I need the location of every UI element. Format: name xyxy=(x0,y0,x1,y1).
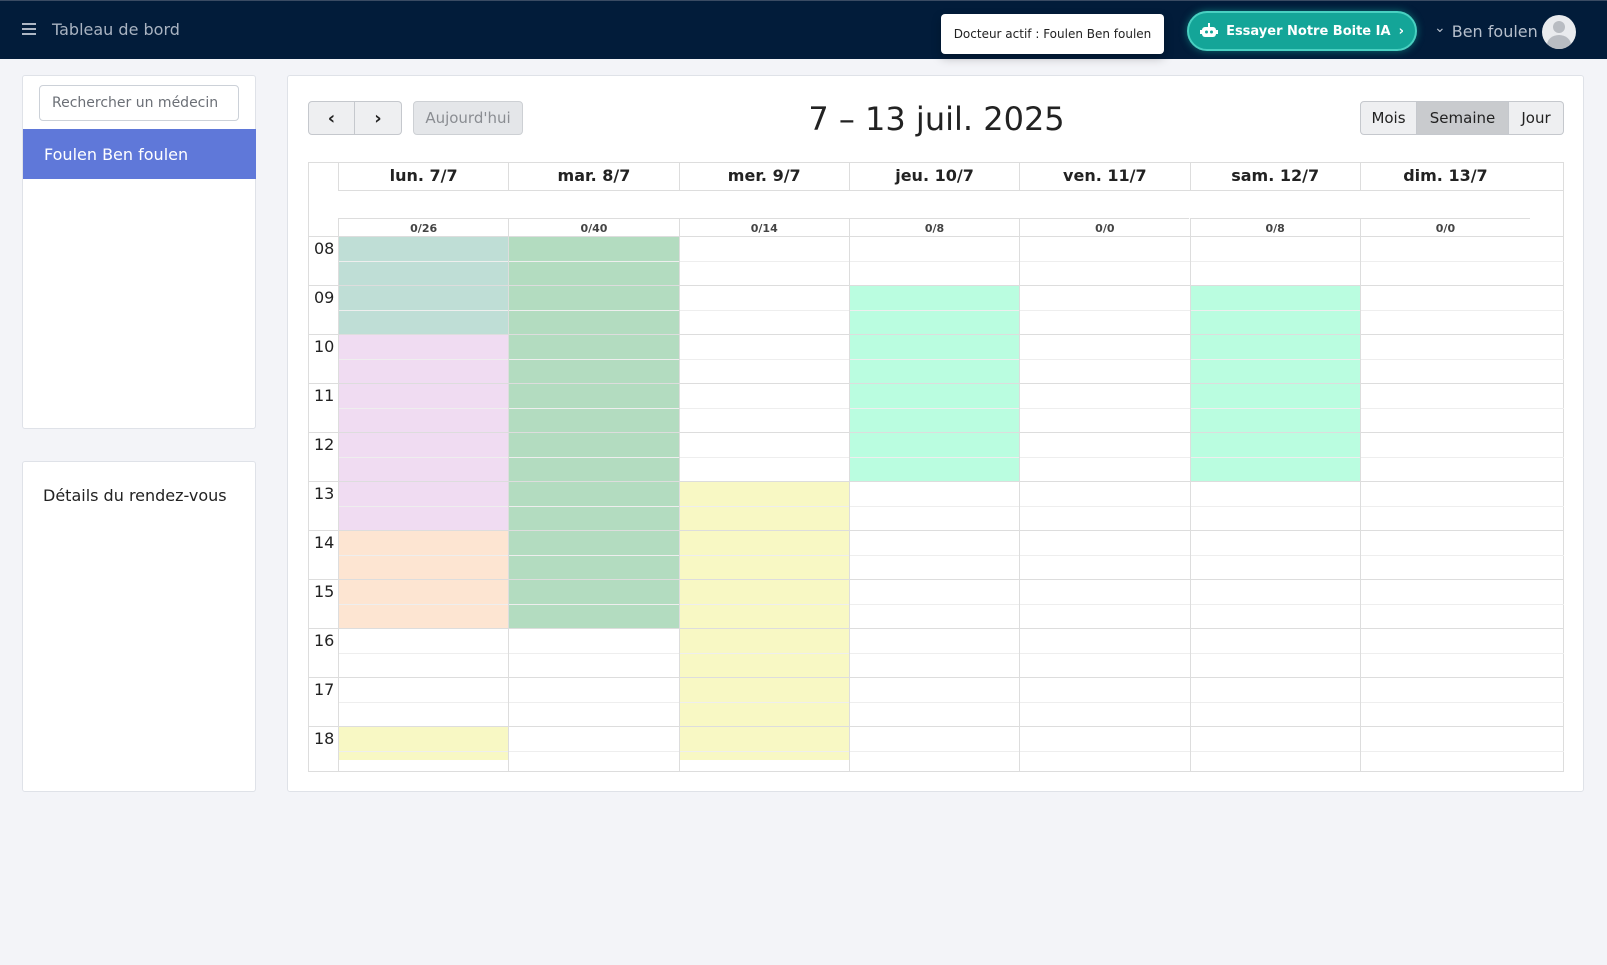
header-divider xyxy=(309,236,1564,237)
calendar-nav: ‹ › xyxy=(308,101,402,135)
hour-label: 12 xyxy=(314,435,335,454)
half-hour-divider xyxy=(338,652,1564,654)
day-slot-count: 0/8 xyxy=(1189,218,1360,236)
day-column-divider xyxy=(1019,236,1021,771)
day-column-divider xyxy=(338,236,339,771)
day-slot-count: 0/0 xyxy=(1019,218,1190,236)
half-hour-divider xyxy=(338,603,1564,605)
view-week-button[interactable]: Semaine xyxy=(1417,101,1509,135)
all-day-row xyxy=(338,190,1564,218)
day-slot-count: 0/40 xyxy=(508,218,679,236)
half-hour-divider xyxy=(338,407,1564,409)
hour-label: 15 xyxy=(314,582,335,601)
day-header[interactable]: jeu. 10/7 xyxy=(848,163,1019,190)
chevron-down-icon: ⌄ xyxy=(1434,20,1446,36)
hour-label: 16 xyxy=(314,631,335,650)
chevron-right-icon: › xyxy=(1398,23,1404,39)
hour-label: 13 xyxy=(314,484,335,503)
hour-label: 10 xyxy=(314,337,335,356)
day-header[interactable]: mer. 9/7 xyxy=(678,163,849,190)
view-month-button[interactable]: Mois xyxy=(1360,101,1417,135)
availability-slot[interactable] xyxy=(338,726,509,761)
robot-icon xyxy=(1200,23,1219,37)
day-slot-count: 0/14 xyxy=(678,218,849,236)
day-header[interactable]: dim. 13/7 xyxy=(1359,163,1530,190)
appointment-details-panel: Détails du rendez-vous xyxy=(22,461,256,792)
day-header[interactable]: mar. 8/7 xyxy=(508,163,678,190)
hour-label: 11 xyxy=(314,386,335,405)
day-column-divider xyxy=(1359,236,1361,771)
details-title: Détails du rendez-vous xyxy=(43,486,227,505)
hour-divider xyxy=(309,677,1564,678)
day-header[interactable]: ven. 11/7 xyxy=(1019,163,1189,190)
calendar-panel: ‹ › Aujourd'hui 7 – 13 juil. 2025 Mois S… xyxy=(287,75,1584,792)
top-navbar: Tableau de bord Docteur actif : Foulen B… xyxy=(0,0,1607,59)
day-slot-count: 0/0 xyxy=(1359,218,1531,236)
view-day-button[interactable]: Jour xyxy=(1509,101,1564,135)
hour-label: 08 xyxy=(314,239,335,258)
hour-divider xyxy=(309,481,1564,482)
hamburger-menu-icon[interactable] xyxy=(22,23,36,35)
day-column-divider xyxy=(1189,236,1191,771)
hour-divider xyxy=(309,334,1564,335)
user-menu[interactable]: ⌄ Ben foulen xyxy=(1434,18,1538,44)
half-hour-divider xyxy=(338,358,1564,360)
doctors-panel: Foulen Ben foulen xyxy=(22,75,256,429)
day-column-divider xyxy=(678,236,680,771)
half-hour-divider xyxy=(338,505,1564,507)
day-slot-count: 0/26 xyxy=(338,218,509,236)
avatar[interactable] xyxy=(1542,15,1576,49)
next-week-button[interactable]: › xyxy=(355,101,402,135)
week-grid: lun. 7/7 0/26 mar. 8/7 0/40 mer. 9/7 0/14 jeu.… xyxy=(308,162,1564,772)
half-hour-divider xyxy=(338,750,1564,752)
view-switcher: Mois Semaine Jour xyxy=(1360,101,1564,135)
day-header[interactable]: lun. 7/7 xyxy=(338,163,508,190)
half-hour-divider xyxy=(338,701,1564,703)
doctor-list-item[interactable]: Foulen Ben foulen xyxy=(23,129,256,179)
active-doctor-tooltip: Docteur actif : Foulen Ben foulen xyxy=(941,14,1164,54)
hour-divider xyxy=(309,383,1564,384)
user-name: Ben foulen xyxy=(1451,21,1538,41)
hour-label: 17 xyxy=(314,680,335,699)
hour-divider xyxy=(309,432,1564,433)
hour-label: 18 xyxy=(314,729,335,748)
hour-divider xyxy=(309,285,1564,286)
prev-week-button[interactable]: ‹ xyxy=(308,101,355,135)
day-header[interactable]: sam. 12/7 xyxy=(1189,163,1360,190)
today-button[interactable]: Aujourd'hui xyxy=(413,101,523,135)
try-ia-label: Essayer Notre Boite IA xyxy=(1226,23,1391,39)
half-hour-divider xyxy=(338,260,1564,262)
half-hour-divider xyxy=(338,309,1564,311)
doctor-search-input[interactable] xyxy=(39,85,239,121)
availability-slot[interactable] xyxy=(678,481,849,761)
try-ia-button[interactable]: Essayer Notre Boite IA › xyxy=(1187,11,1417,51)
day-slot-count: 0/8 xyxy=(848,218,1020,236)
hour-divider xyxy=(309,579,1564,580)
hour-divider xyxy=(309,628,1564,629)
hour-divider xyxy=(309,726,1564,727)
day-column-divider xyxy=(848,236,850,771)
half-hour-divider xyxy=(338,554,1564,556)
half-hour-divider xyxy=(338,456,1564,458)
day-column-divider xyxy=(508,236,510,771)
hour-label: 09 xyxy=(314,288,335,307)
page-title: Tableau de bord xyxy=(52,20,180,39)
hour-label: 14 xyxy=(314,533,335,552)
hour-divider xyxy=(309,530,1564,531)
